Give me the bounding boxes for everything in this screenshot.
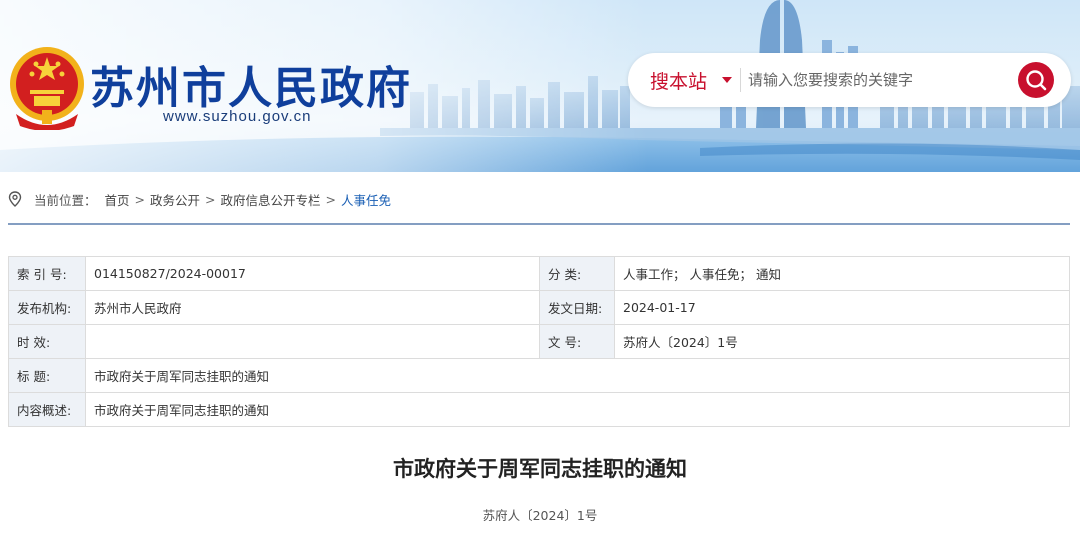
header-divider	[8, 223, 1070, 225]
table-row: 时 效: 文 号: 苏府人〔2024〕1号	[8, 324, 1070, 359]
breadcrumb-home[interactable]: 首页	[105, 190, 130, 209]
publisher-value: 苏州市人民政府	[85, 290, 540, 325]
article-doc-number: 苏府人〔2024〕1号	[482, 508, 598, 523]
table-row: 内容概述: 市政府关于周军同志挂职的通知	[8, 392, 1070, 427]
table-row: 索 引 号: 014150827/2024-00017 分 类: 人事工作； 人…	[8, 256, 1070, 291]
search-divider	[740, 68, 741, 92]
date-label: 发文日期:	[539, 290, 615, 325]
summary-value: 市政府关于周军同志挂职的通知	[85, 392, 1070, 427]
docno-value: 苏府人〔2024〕1号	[614, 324, 1070, 359]
search-box: 搜本站	[628, 53, 1071, 107]
index-label: 索 引 号:	[8, 256, 86, 291]
table-row: 标 题: 市政府关于周军同志挂职的通知	[8, 358, 1070, 393]
summary-label: 内容概述:	[8, 392, 86, 427]
search-icon	[1026, 70, 1047, 91]
docno-label: 文 号:	[539, 324, 615, 359]
article-title: 市政府关于周军同志挂职的通知	[393, 457, 687, 481]
site-url: www.suzhou.gov.cn	[163, 108, 312, 125]
search-scope-label[interactable]: 搜本站	[650, 67, 707, 94]
table-row: 发布机构: 苏州市人民政府 发文日期: 2024-01-17	[8, 290, 1070, 325]
breadcrumb-prefix: 当前位置：	[34, 192, 97, 208]
site-title: 苏州市人民政府	[90, 63, 412, 114]
national-emblem-icon	[10, 47, 84, 130]
category-value: 人事工作； 人事任免； 通知	[614, 256, 1070, 291]
breadcrumb: 当前位置： 首页 > 政务公开 > 政府信息公开专栏 > 人事任免	[8, 189, 391, 209]
site-banner: 苏州市人民政府 www.suzhou.gov.cn 搜本站	[0, 0, 1080, 172]
breadcrumb-separator: >	[134, 191, 146, 207]
location-pin-icon	[8, 191, 22, 207]
document-info-table: 索 引 号: 014150827/2024-00017 分 类: 人事工作； 人…	[8, 256, 1070, 427]
breadcrumb-current[interactable]: 人事任免	[341, 190, 391, 209]
caret-down-icon[interactable]	[722, 77, 732, 83]
index-value: 014150827/2024-00017	[85, 256, 540, 291]
validity-label: 时 效:	[8, 324, 86, 359]
breadcrumb-info-column[interactable]: 政府信息公开专栏	[221, 190, 321, 209]
breadcrumb-separator: >	[325, 191, 337, 207]
search-input[interactable]	[748, 68, 1018, 92]
title-value: 市政府关于周军同志挂职的通知	[85, 358, 1070, 393]
breadcrumb-separator: >	[205, 191, 216, 207]
validity-value	[85, 324, 540, 359]
title-label: 标 题:	[8, 358, 86, 393]
publisher-label: 发布机构:	[8, 290, 86, 325]
breadcrumb-gov-affairs[interactable]: 政务公开	[150, 190, 200, 209]
category-label: 分 类:	[539, 256, 615, 291]
date-value: 2024-01-17	[614, 290, 1070, 325]
search-button[interactable]	[1018, 62, 1054, 98]
